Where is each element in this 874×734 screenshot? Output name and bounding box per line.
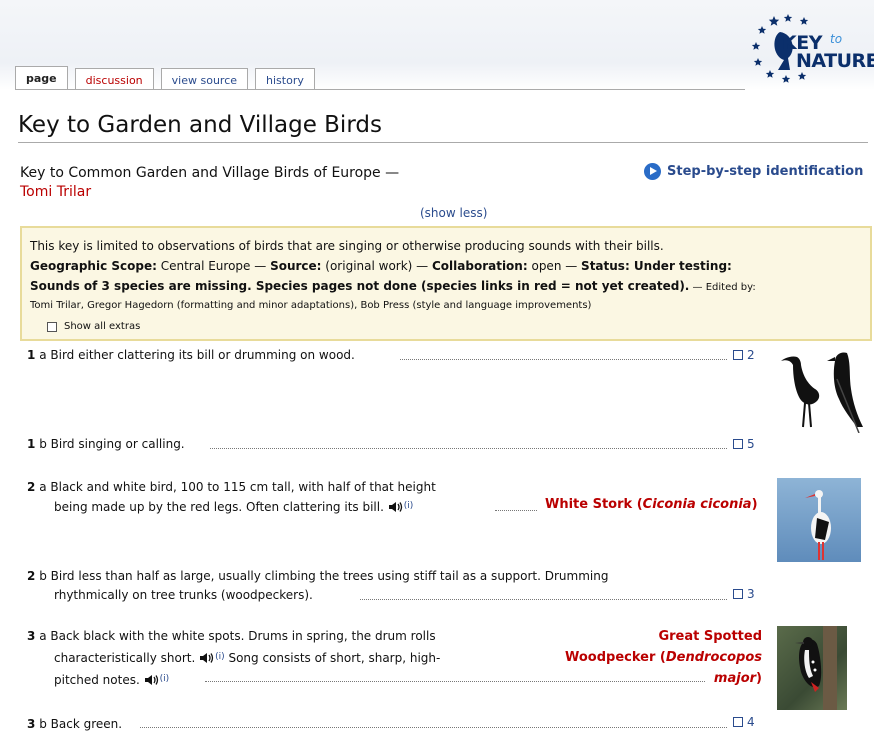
white-stork-photo[interactable]: [777, 478, 861, 562]
couplet-1a-text: Bird either clattering its bill or drumm…: [50, 348, 355, 362]
audio-speaker-icon[interactable]: [144, 672, 160, 685]
couplet-1b-text: Bird singing or calling.: [50, 437, 185, 451]
leader-dots: [400, 359, 727, 360]
author-link[interactable]: Tomi Trilar: [20, 184, 91, 200]
tab-page[interactable]: page: [15, 66, 68, 90]
audio-info-link[interactable]: (i): [404, 501, 414, 511]
lead-box-icon: [733, 439, 743, 449]
logo-to-text: to: [830, 32, 843, 46]
couplet-2a-text-line1: Black and white bird, 100 to 115 cm tall…: [50, 480, 436, 494]
couplet-2b-text-line1: Bird less than half as large, usually cl…: [50, 569, 609, 583]
audio-info-link[interactable]: (i): [160, 674, 170, 684]
result-white-stork[interactable]: White Stork (Ciconia ciconia): [545, 494, 758, 515]
logo-nature-text: NATURE: [796, 50, 874, 72]
couplet-1b: 1 b Bird singing or calling.: [27, 437, 185, 451]
couplet-3b: 3 b Back green.: [27, 717, 123, 731]
couplet-2a: 2 a Black and white bird, 100 to 115 cm …: [27, 480, 436, 514]
scope-line: Geographic Scope: Central Europe — Sourc…: [30, 259, 732, 273]
lead-to-3[interactable]: 3: [733, 587, 755, 601]
couplet-1a: 1 a Bird either clattering its bill or d…: [27, 348, 355, 362]
leader-dots: [140, 727, 727, 728]
couplet-3a-text-line1: Back black with the white spots. Drums i…: [50, 629, 436, 643]
couplet-3a-text-line2b: Song consists of short, sharp, high-: [228, 651, 441, 665]
key-subtitle: Key to Common Garden and Village Birds o…: [20, 164, 399, 202]
leader-dots: [360, 599, 727, 600]
audio-speaker-icon[interactable]: [388, 500, 404, 512]
intro-text: This key is limited to observations of b…: [30, 239, 664, 253]
show-all-extras-checkbox[interactable]: [47, 322, 57, 332]
lead-box-icon: [733, 717, 743, 727]
tab-view-source[interactable]: view source: [160, 68, 249, 90]
audio-info-link[interactable]: (i): [215, 652, 225, 662]
couplet-3b-text: Back green.: [50, 717, 123, 731]
show-less-toggle[interactable]: (show less): [420, 206, 487, 220]
couplet-3a-text-line2a: characteristically short.: [54, 651, 196, 665]
page-tabs: page discussion view source history: [15, 66, 315, 90]
couplet-2b-text-line2: rhythmically on tree trunks (woodpeckers…: [54, 588, 313, 602]
play-icon: [644, 163, 661, 180]
lead-to-4[interactable]: 4: [733, 715, 755, 729]
great-spotted-woodpecker-photo[interactable]: [777, 626, 847, 710]
leader-dots: [495, 510, 537, 511]
step-by-step-link[interactable]: Step-by-step identification: [644, 163, 863, 180]
stork-woodpecker-silhouette-image: [777, 349, 871, 434]
lead-to-5[interactable]: 5: [733, 437, 755, 451]
show-all-extras-label: Show all extras: [64, 321, 141, 332]
editors-line: Tomi Trilar, Gregor Hagedorn (formatting…: [30, 300, 592, 311]
couplet-2a-text-line2: being made up by the red legs. Often cla…: [54, 500, 384, 514]
couplet-3a-text-line3: pitched notes.: [54, 673, 140, 687]
tab-divider: [15, 89, 745, 90]
lead-to-2[interactable]: 2: [733, 348, 755, 362]
tab-discussion[interactable]: discussion: [74, 68, 154, 90]
result-great-spotted-woodpecker[interactable]: Great Spotted Woodpecker (Dendrocopos ma…: [552, 626, 762, 689]
show-all-extras[interactable]: Show all extras: [30, 317, 862, 337]
lead-box-icon: [733, 589, 743, 599]
leader-dots: [210, 448, 727, 449]
key-to-nature-logo[interactable]: KEY to NATURE: [744, 12, 874, 84]
tab-history[interactable]: history: [255, 68, 315, 90]
step-by-step-label: Step-by-step identification: [667, 164, 864, 179]
page-title: Key to Garden and Village Birds: [18, 112, 868, 143]
subtitle-text: Key to Common Garden and Village Birds o…: [20, 165, 400, 181]
lead-box-icon: [733, 350, 743, 360]
key-metadata-box: This key is limited to observations of b…: [20, 226, 872, 341]
status-line: Sounds of 3 species are missing. Species…: [30, 279, 756, 293]
audio-speaker-icon[interactable]: [199, 650, 215, 663]
